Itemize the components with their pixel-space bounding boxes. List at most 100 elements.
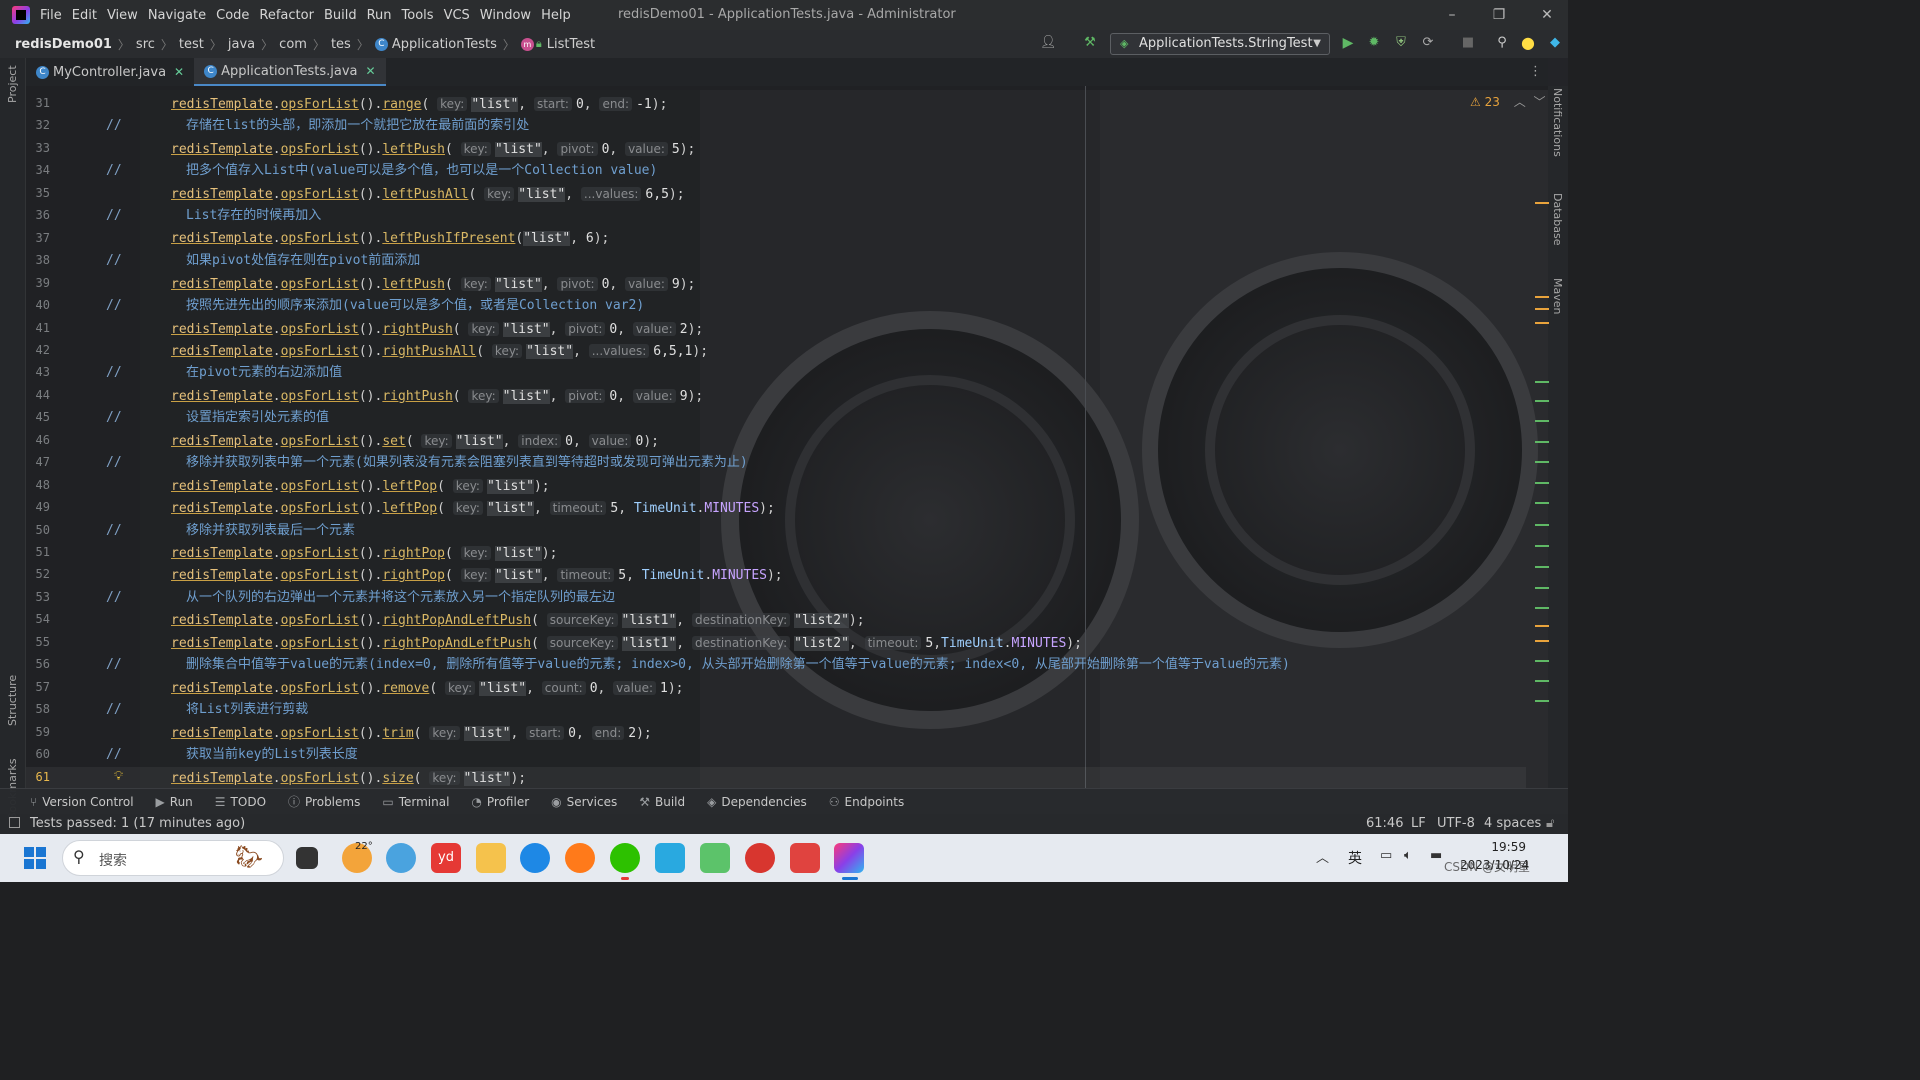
code-line[interactable]: // 按照先进先出的顺序来添加(value可以是多个值，或者是Collection… — [26, 295, 1526, 317]
warnings-indicator[interactable]: ⚠ 23 ︿ ﹀ — [1470, 93, 1546, 110]
warning-marker[interactable] — [1535, 322, 1549, 324]
debug-icon[interactable]: ✹ — [1366, 35, 1382, 51]
restore-icon[interactable]: ❐ — [1489, 5, 1509, 25]
chevron-up-icon[interactable]: ︿ — [1316, 847, 1329, 866]
code-line[interactable]: redisTemplate.opsForList().remove( key: "… — [26, 677, 1526, 699]
search-input[interactable]: ⚲ 搜索 🐎︎ — [62, 840, 284, 876]
firefox-icon[interactable] — [565, 843, 595, 873]
code-line[interactable]: redisTemplate.opsForList().rightPush( ke… — [26, 385, 1526, 407]
code-line[interactable]: // 设置指定索引处元素的值 — [26, 407, 1526, 429]
tool-build[interactable]: ⚒ Build — [639, 795, 685, 809]
notifications-tool-button[interactable]: Notifications — [1551, 88, 1564, 157]
breadcrumb-src[interactable]: src — [136, 37, 155, 52]
menu-code[interactable]: Code — [216, 8, 249, 23]
code-line[interactable]: // List存在的时候再加入 — [26, 205, 1526, 227]
app-icon[interactable] — [386, 843, 416, 873]
menu-navigate[interactable]: Navigate — [148, 8, 206, 23]
change-marker[interactable] — [1535, 502, 1549, 504]
code-line[interactable]: // 把多个值存入List中(value可以是多个值，也可以是一个Collecti… — [26, 160, 1526, 182]
wechat-icon[interactable] — [610, 843, 640, 873]
vcs-user-icon[interactable]: 👤︎ — [1040, 35, 1057, 51]
change-marker[interactable] — [1535, 482, 1549, 484]
edge-icon[interactable] — [520, 843, 550, 873]
status-message[interactable]: Tests passed: 1 (17 minutes ago) — [30, 816, 245, 831]
structure-tool-button[interactable]: Structure — [6, 675, 19, 726]
warning-marker[interactable] — [1535, 308, 1549, 310]
maven-tool-button[interactable]: Maven — [1551, 278, 1564, 314]
more-options-icon[interactable]: ⋮ — [1529, 64, 1542, 79]
warning-marker[interactable] — [1535, 625, 1549, 627]
profile-icon[interactable]: ⟳ — [1420, 35, 1436, 51]
file-explorer-icon[interactable] — [476, 843, 506, 873]
code-line[interactable]: redisTemplate.opsForList().leftPop( key:… — [26, 475, 1526, 497]
windows-start-icon[interactable] — [24, 847, 46, 869]
menu-refactor[interactable]: Refactor — [259, 8, 314, 23]
youdao-icon[interactable]: yd — [431, 843, 461, 873]
panel-toggle-icon[interactable] — [9, 817, 20, 828]
tool-problems[interactable]: ⓘ Problems — [288, 793, 360, 810]
change-marker[interactable] — [1535, 420, 1549, 422]
code-line[interactable]: redisTemplate.opsForList().rightPop( key… — [26, 542, 1526, 564]
menu-tools[interactable]: Tools — [402, 8, 434, 23]
change-marker[interactable] — [1535, 607, 1549, 609]
change-marker[interactable] — [1535, 566, 1549, 568]
task-view-icon[interactable] — [296, 847, 318, 869]
menu-edit[interactable]: Edit — [72, 8, 97, 23]
clock-time[interactable]: 19:59 — [1464, 840, 1526, 854]
volume-icon[interactable]: 🔈︎ — [1404, 848, 1412, 863]
menu-run[interactable]: Run — [367, 8, 392, 23]
code-line[interactable]: redisTemplate.opsForList().size( key: "li… — [26, 766, 1526, 789]
search-icon[interactable]: ⚲ — [1494, 35, 1510, 51]
run-icon[interactable]: ▶ — [1340, 35, 1356, 51]
avatar[interactable]: ● — [1520, 35, 1536, 51]
code-line[interactable]: // 从一个队列的右边弹出一个元素并将这个元素放入另一个指定队列的最左边 — [26, 587, 1526, 609]
line-separator[interactable]: LF — [1411, 816, 1426, 831]
stop-icon[interactable]: ■ — [1460, 35, 1476, 51]
database-tool-button[interactable]: Database — [1551, 193, 1564, 246]
jetbrains-icon[interactable]: ◆ — [1547, 35, 1563, 51]
coverage-icon[interactable]: ⛨ — [1393, 35, 1409, 51]
project-tool-button[interactable]: Project — [6, 65, 19, 103]
code-line[interactable]: redisTemplate.opsForList().leftPop( key:… — [26, 497, 1526, 519]
lightbulb-icon[interactable]: 💡︎ — [114, 769, 123, 784]
menu-vcs[interactable]: VCS — [444, 8, 470, 23]
network-icon[interactable]: ▭ — [1380, 848, 1392, 863]
warning-marker[interactable] — [1535, 202, 1549, 204]
chevron-down-icon[interactable]: ﹀ — [1534, 95, 1546, 109]
app-icon[interactable] — [790, 843, 820, 873]
chevron-up-icon[interactable]: ︿ — [1514, 95, 1526, 109]
caret-position[interactable]: 61:46 — [1366, 816, 1403, 831]
warning-marker[interactable] — [1535, 640, 1549, 642]
code-line[interactable]: // 将List列表进行剪裁 — [26, 699, 1526, 721]
battery-icon[interactable]: ▬ — [1430, 848, 1442, 863]
change-marker[interactable] — [1535, 461, 1549, 463]
code-line[interactable]: redisTemplate.opsForList().leftPushAll( … — [26, 183, 1526, 205]
menu-file[interactable]: File — [40, 8, 62, 23]
change-marker[interactable] — [1535, 660, 1549, 662]
tab-mycontroller[interactable]: C MyController.java ✕ — [26, 58, 194, 86]
close-icon[interactable]: ✕ — [1537, 5, 1557, 25]
input-language[interactable]: 英 — [1348, 848, 1362, 868]
code-line[interactable]: redisTemplate.opsForList().rightPop( key… — [26, 564, 1526, 586]
close-tab-icon[interactable]: ✕ — [366, 64, 376, 78]
breadcrumb-project[interactable]: redisDemo01 — [15, 37, 112, 52]
code-line[interactable]: redisTemplate.opsForList().set( key: "lis… — [26, 430, 1526, 452]
code-line[interactable]: redisTemplate.opsForList().trim( key: "li… — [26, 722, 1526, 744]
breadcrumb-class[interactable]: ApplicationTests — [392, 37, 497, 52]
lock-icon[interactable]: 🔓︎ — [1546, 816, 1554, 831]
build-hammer-icon[interactable]: ⚒ — [1082, 35, 1098, 51]
change-marker[interactable] — [1535, 441, 1549, 443]
tool-dependencies[interactable]: ◈ Dependencies — [707, 795, 807, 809]
tool-todo[interactable]: ☰ TODO — [215, 795, 266, 809]
breadcrumb-method[interactable]: ListTest — [547, 37, 595, 52]
code-editor[interactable]: 31 redisTemplate.opsForList().range( key:… — [26, 86, 1548, 789]
breadcrumb-com[interactable]: com — [279, 37, 307, 52]
code-line[interactable]: // 如果pivot处值存在则在pivot前面添加 — [26, 250, 1526, 272]
warning-marker[interactable] — [1535, 296, 1549, 298]
file-encoding[interactable]: UTF-8 — [1437, 816, 1475, 831]
tool-profiler[interactable]: ◔ Profiler — [471, 795, 529, 809]
code-line[interactable]: redisTemplate.opsForList().rightPopAndLe… — [26, 609, 1526, 631]
change-marker[interactable] — [1535, 381, 1549, 383]
code-line[interactable]: redisTemplate.opsForList().rightPushAll(… — [26, 340, 1526, 362]
tool-version-control[interactable]: ⑂ Version Control — [30, 795, 134, 809]
